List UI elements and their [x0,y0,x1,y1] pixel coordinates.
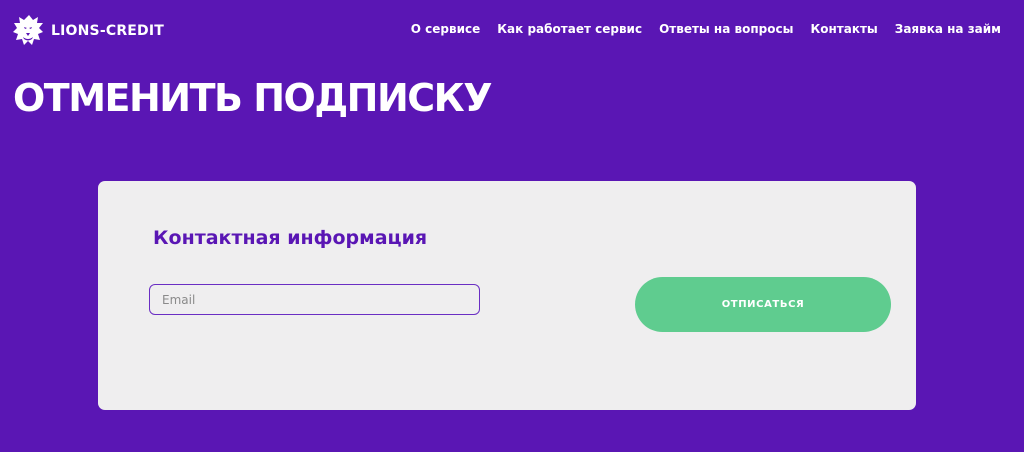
nav-item-contacts[interactable]: Контакты [810,22,877,36]
lion-head-icon [13,15,43,45]
brand-name: LIONS-CREDIT [51,23,165,39]
nav-item-faq[interactable]: Ответы на вопросы [659,22,793,36]
nav-item-about[interactable]: О сервисе [411,22,480,36]
contact-info-heading: Контактная информация [153,227,428,249]
nav-item-how-it-works[interactable]: Как работает сервис [497,22,642,36]
page-title: ОТМЕНИТЬ ПОДПИСКУ [13,76,493,120]
main-nav: О сервисе Как работает сервис Ответы на … [411,22,1001,36]
brand-logo-link[interactable]: LIONS-CREDIT [12,14,164,48]
site-header: LIONS-CREDIT О сервисе Как работает серв… [0,0,1024,62]
nav-item-loan-application[interactable]: Заявка на займ [895,22,1001,36]
email-field[interactable] [149,284,480,315]
unsubscribe-form-card: Контактная информация ОТПИСАТЬСЯ [98,181,916,410]
unsubscribe-button[interactable]: ОТПИСАТЬСЯ [635,277,891,332]
